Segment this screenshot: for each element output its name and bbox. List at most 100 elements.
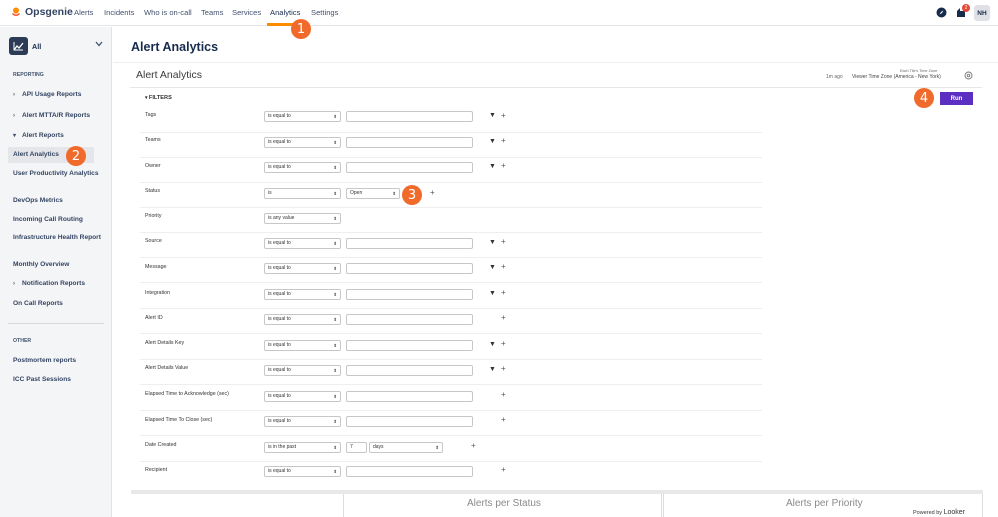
other-heading: OTHER: [13, 338, 32, 344]
filters-toggle[interactable]: ▾ FILTERS: [145, 95, 172, 101]
add-filter-icon[interactable]: +: [501, 365, 506, 373]
add-filter-icon[interactable]: +: [501, 137, 506, 145]
filter-operator-select[interactable]: is equal to ⬍: [264, 365, 341, 376]
filter-operator-select[interactable]: is equal to ⬍: [264, 314, 341, 325]
filter-operator-select[interactable]: is ⬍: [264, 188, 341, 199]
sidebar-item-monthly-overview[interactable]: Monthly Overview: [13, 260, 109, 269]
filter-value-input[interactable]: [346, 238, 473, 249]
scope-selector-label[interactable]: All: [32, 42, 41, 51]
filter-row-source: Source is equal to ⬍ ▼ +: [140, 233, 762, 258]
filter-operator-select[interactable]: is equal to ⬍: [264, 263, 341, 274]
line-chart-icon: [13, 41, 24, 50]
nav-alerts[interactable]: Alerts: [74, 8, 93, 17]
filter-operator-select[interactable]: is equal to ⬍: [264, 238, 341, 249]
nav-who-is-on-call[interactable]: Who is on-call: [144, 8, 192, 17]
filter-value-input[interactable]: [346, 416, 473, 427]
add-filter-icon[interactable]: +: [501, 238, 506, 246]
filter-label: Alert ID: [145, 315, 163, 321]
add-filter-icon[interactable]: +: [501, 340, 506, 348]
nav-settings[interactable]: Settings: [311, 8, 338, 17]
filter-operator-select[interactable]: is equal to ⬍: [264, 416, 341, 427]
funnel-icon[interactable]: ▼: [489, 112, 496, 119]
sidebar-item-infrastructure-health-report[interactable]: Infrastructure Health Report: [13, 233, 109, 242]
filter-label: Source: [145, 238, 162, 244]
step-marker-1: 1: [291, 19, 311, 39]
scope-chart-button[interactable]: [9, 37, 28, 55]
date-unit-select[interactable]: days ⬍: [369, 442, 443, 453]
filter-value-input[interactable]: [346, 365, 473, 376]
sidebar-item-alert-reports[interactable]: ▾ Alert Reports: [13, 131, 109, 141]
chevron-down-icon[interactable]: [95, 41, 103, 47]
run-button[interactable]: Run: [940, 92, 973, 105]
page-title: Alert Analytics: [131, 40, 219, 54]
filter-value-input[interactable]: [346, 162, 473, 173]
date-amount-input[interactable]: 7: [346, 442, 367, 453]
filter-value-input[interactable]: [346, 314, 473, 325]
filter-value-input[interactable]: [346, 391, 473, 402]
add-filter-icon[interactable]: +: [501, 162, 506, 170]
add-filter-icon[interactable]: +: [501, 314, 506, 322]
filter-operator-select[interactable]: is equal to ⬍: [264, 162, 341, 173]
funnel-icon[interactable]: ▼: [489, 239, 496, 246]
chevron-down-icon: ▾: [13, 133, 17, 139]
filter-label: Elapsed Time to Acknowledge (sec): [145, 391, 229, 397]
filter-operator-value: is equal to: [268, 113, 291, 119]
sidebar-item-incoming-call-routing[interactable]: Incoming Call Routing: [13, 215, 109, 224]
filter-operator-select[interactable]: is equal to ⬍: [264, 111, 341, 122]
funnel-icon[interactable]: ▼: [489, 290, 496, 297]
sidebar-item-devops-metrics[interactable]: DevOps Metrics: [13, 196, 109, 205]
sidebar-item-postmortem-reports[interactable]: Postmortem reports: [13, 356, 109, 365]
step-marker-2: 2: [66, 146, 86, 166]
sidebar-item-icc-past-sessions[interactable]: ICC Past Sessions: [13, 375, 109, 384]
status-value-select[interactable]: Open ⬍: [346, 188, 400, 199]
select-arrows-icon: ⬍: [333, 445, 337, 450]
filter-operator-value: is equal to: [268, 367, 291, 373]
filter-value-input[interactable]: [346, 289, 473, 300]
filter-operator-select[interactable]: is equal to ⬍: [264, 466, 341, 477]
status-value: Open: [350, 190, 363, 196]
compass-icon[interactable]: [936, 7, 947, 18]
filter-operator-select[interactable]: is equal to ⬍: [264, 137, 341, 148]
filter-operator-select[interactable]: is any value ⬍: [264, 213, 341, 224]
timezone-selector[interactable]: Viewer Time Zone (America - New York): [852, 74, 941, 80]
select-arrows-icon: ⬍: [333, 266, 337, 271]
sidebar-item-on-call-reports[interactable]: On Call Reports: [13, 299, 109, 308]
filter-operator-select[interactable]: is equal to ⬍: [264, 391, 341, 402]
add-filter-icon[interactable]: +: [501, 466, 506, 474]
filter-operator-select[interactable]: is in the past ⬍: [264, 442, 341, 453]
funnel-icon[interactable]: ▼: [489, 138, 496, 145]
sidebar-item-alert-mtta-r-reports[interactable]: › Alert MTTA/R Reports: [13, 111, 109, 121]
brand-logo[interactable]: Opsgenie: [11, 6, 73, 18]
filter-row-teams: Teams is equal to ⬍ ▼ +: [140, 133, 762, 158]
add-filter-icon[interactable]: +: [430, 189, 435, 197]
add-filter-icon[interactable]: +: [501, 289, 506, 297]
funnel-icon[interactable]: ▼: [489, 163, 496, 170]
filter-operator-value: is equal to: [268, 291, 291, 297]
add-filter-icon[interactable]: +: [471, 442, 476, 450]
add-filter-icon[interactable]: +: [501, 112, 506, 120]
filter-value-input[interactable]: [346, 340, 473, 351]
filter-value-input[interactable]: [346, 111, 473, 122]
funnel-icon[interactable]: ▼: [489, 341, 496, 348]
add-filter-icon[interactable]: +: [501, 416, 506, 424]
nav-services[interactable]: Services: [232, 8, 261, 17]
add-filter-icon[interactable]: +: [501, 263, 506, 271]
funnel-icon[interactable]: ▼: [489, 366, 496, 373]
filter-value-input[interactable]: [346, 263, 473, 274]
add-filter-icon[interactable]: +: [501, 391, 506, 399]
funnel-icon[interactable]: ▼: [489, 264, 496, 271]
filter-label: Priority: [145, 213, 162, 219]
nav-analytics[interactable]: Analytics: [270, 8, 300, 17]
sidebar-item-user-productivity-analytics[interactable]: User Productivity Analytics: [13, 169, 109, 178]
nav-teams[interactable]: Teams: [201, 8, 223, 17]
nav-incidents[interactable]: Incidents: [104, 8, 134, 17]
filter-value-input[interactable]: [346, 137, 473, 148]
user-avatar[interactable]: NH: [974, 5, 990, 21]
filter-value-input[interactable]: [346, 466, 473, 477]
gear-icon[interactable]: [964, 71, 973, 80]
filter-operator-select[interactable]: is equal to ⬍: [264, 340, 341, 351]
filter-row-elapsed-time-to-close: Elapsed Time To Close (sec) is equal to ⬍…: [140, 411, 762, 436]
filter-operator-select[interactable]: is equal to ⬍: [264, 289, 341, 300]
sidebar-item-api-usage-reports[interactable]: › API Usage Reports: [13, 90, 109, 100]
sidebar-item-notification-reports[interactable]: › Notification Reports: [13, 279, 109, 289]
